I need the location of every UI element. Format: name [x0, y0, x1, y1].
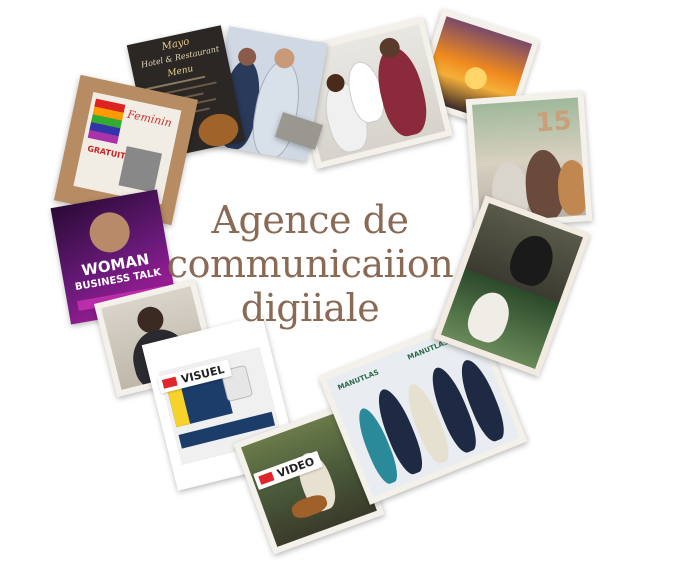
manutlas-brand-1: MANUTLAS [336, 368, 381, 393]
headline-line-3: digiiale [240, 286, 380, 330]
collage-stage: 15 Mayo Hotel & Restaurant Menu Feminin … [0, 0, 692, 567]
headline-line-2: communicaiion [166, 242, 454, 286]
menu-subtitle: Menu [166, 64, 195, 80]
record-icon [161, 376, 178, 389]
record-icon-2 [258, 471, 275, 485]
headline: Agence de communicaiion digiiale [160, 198, 460, 330]
headline-line-1: Agence de [211, 198, 409, 242]
